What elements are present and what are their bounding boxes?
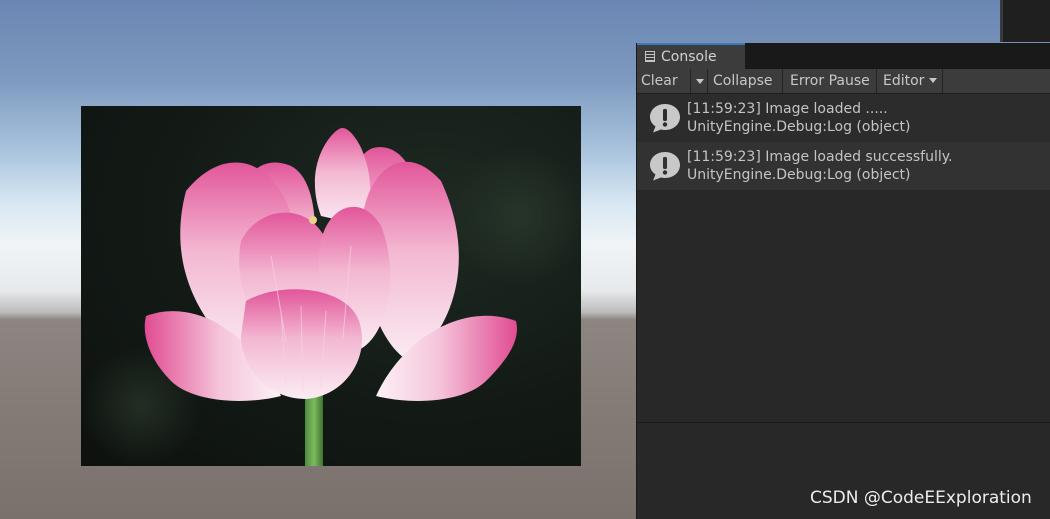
log-entry[interactable]: [11:59:23] Image loaded successfully. Un… <box>637 142 1050 190</box>
info-icon <box>650 104 680 133</box>
editor-dropdown-label: Editor <box>883 73 925 89</box>
chevron-down-icon <box>696 79 704 84</box>
console-list-icon <box>645 51 655 62</box>
log-message-line: [11:59:23] Image loaded successfully. <box>687 149 953 165</box>
clear-button-label: Clear <box>641 73 678 89</box>
tab-console[interactable]: Console <box>637 43 745 69</box>
log-message: [11:59:23] Image loaded ..... UnityEngin… <box>687 100 911 136</box>
clear-button[interactable]: Clear <box>637 69 691 93</box>
console-tab-bar: Console <box>637 43 1050 69</box>
collapse-toggle[interactable]: Collapse <box>708 69 783 93</box>
error-pause-label: Error Pause <box>790 73 870 89</box>
clear-options-dropdown[interactable] <box>691 69 708 93</box>
stack-trace-divider[interactable] <box>637 422 1050 423</box>
console-toolbar: Clear Collapse Error Pause Editor <box>637 69 1050 94</box>
log-entry[interactable]: [11:59:23] Image loaded ..... UnityEngin… <box>637 94 1050 142</box>
lotus-photo <box>81 106 581 466</box>
info-icon <box>650 152 680 181</box>
tab-console-label: Console <box>661 49 717 65</box>
log-stack-line: UnityEngine.Debug:Log (object) <box>687 119 911 135</box>
collapse-toggle-label: Collapse <box>713 73 773 89</box>
editor-window-edge <box>1000 0 1050 42</box>
log-message: [11:59:23] Image loaded successfully. Un… <box>687 148 953 184</box>
log-stack-line: UnityEngine.Debug:Log (object) <box>687 167 911 183</box>
editor-dropdown[interactable]: Editor <box>877 69 943 93</box>
log-message-line: [11:59:23] Image loaded ..... <box>687 101 888 117</box>
error-pause-toggle[interactable]: Error Pause <box>783 69 877 93</box>
chevron-down-icon <box>929 78 938 83</box>
console-window: Console Clear Collapse Error Pause Edito… <box>636 43 1050 519</box>
watermark: CSDN @CodeEExploration <box>810 488 1032 508</box>
